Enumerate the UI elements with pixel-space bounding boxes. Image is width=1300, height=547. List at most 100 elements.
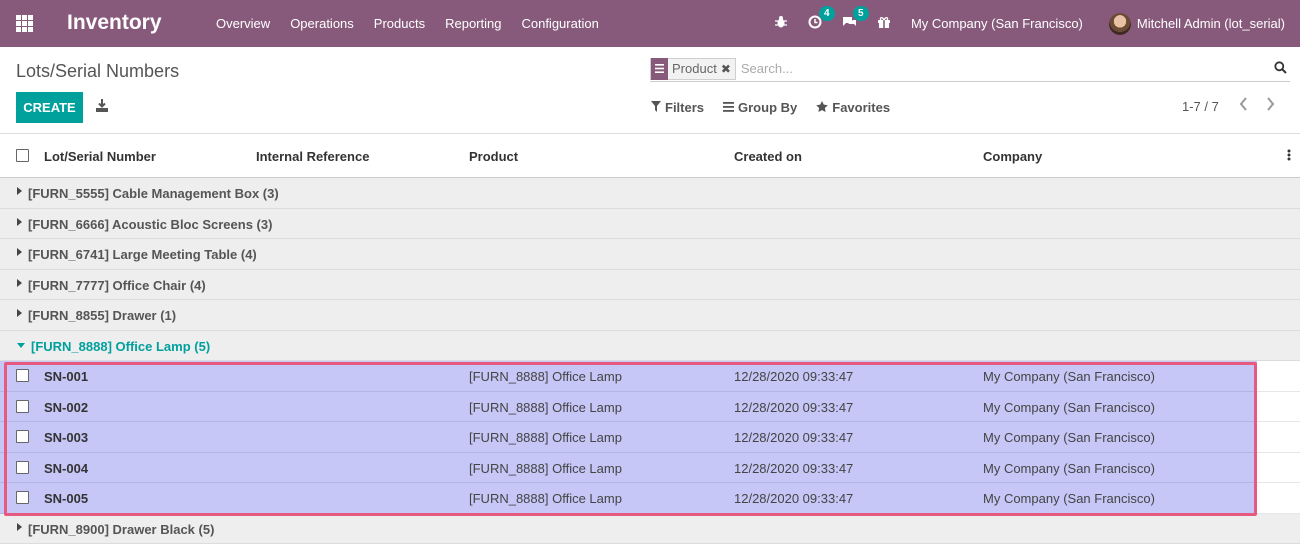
remove-facet-icon[interactable]: ✖ <box>721 62 735 76</box>
download-icon[interactable] <box>96 99 108 113</box>
group-label: [FURN_6666] Acoustic Bloc Screens (3) <box>28 216 273 232</box>
cell-product: [FURN_8888] Office Lamp <box>469 460 622 476</box>
row-checkbox[interactable] <box>16 369 29 382</box>
caret-right-icon <box>17 217 22 226</box>
row-checkbox[interactable] <box>16 460 29 474</box>
cell-lot: SN-004 <box>44 460 89 476</box>
star-icon <box>816 100 829 115</box>
cell-company: My Company (San Francisco) <box>983 460 1155 476</box>
messages-comments-icon[interactable]: 5 <box>842 6 869 32</box>
favorites-label: Favorites <box>832 100 891 115</box>
filter-icon <box>651 100 661 115</box>
apps-menu-icon[interactable] <box>16 15 33 32</box>
filters-label: Filters <box>665 100 705 115</box>
row-checkbox[interactable] <box>16 399 29 413</box>
cell-lot: SN-005 <box>44 491 89 506</box>
pager-value[interactable]: 1-7 / 7 <box>1182 99 1219 114</box>
row-checkbox[interactable] <box>16 430 29 443</box>
menu-operations[interactable]: Operations <box>280 16 364 31</box>
cell-product: [FURN_8888] Office Lamp <box>469 399 622 415</box>
cell-lot: SN-003 <box>44 430 89 445</box>
debug-bug-icon[interactable] <box>774 15 788 32</box>
bars-icon <box>723 101 735 115</box>
group-row[interactable]: [FURN_8855] Drawer (1) <box>0 300 1300 331</box>
cell-created-on: 12/28/2020 09:33:47 <box>734 399 854 415</box>
table-row[interactable]: SN-003 [FURN_8888] Office Lamp 12/28/202… <box>0 422 1300 453</box>
search-bar: Product ✖ <box>650 56 1290 82</box>
group-row-open[interactable]: [FURN_8888] Office Lamp (5) <box>0 330 1300 361</box>
column-lot-serial-number[interactable]: Lot/Serial Number <box>44 149 156 164</box>
cell-created-on: 12/28/2020 09:33:47 <box>734 460 854 476</box>
menu-products[interactable]: Products <box>364 16 435 31</box>
cell-company: My Company (San Francisco) <box>983 491 1155 506</box>
activity-count-badge: 4 <box>818 6 835 21</box>
create-button[interactable]: CREATE <box>16 92 83 123</box>
group-label: [FURN_8900] Drawer Black (5) <box>28 521 215 537</box>
search-icon[interactable] <box>1270 60 1290 77</box>
table-row[interactable]: SN-004 [FURN_8888] Office Lamp 12/28/202… <box>0 452 1300 483</box>
table-row[interactable]: SN-005 [FURN_8888] Office Lamp 12/28/202… <box>0 483 1300 514</box>
table-row[interactable]: SN-001 [FURN_8888] Office Lamp 12/28/202… <box>0 361 1300 392</box>
activity-clock-icon[interactable]: 4 <box>808 6 835 32</box>
caret-down-icon <box>17 342 25 348</box>
group-row[interactable]: [FURN_6666] Acoustic Bloc Screens (3) <box>0 208 1300 239</box>
column-company[interactable]: Company <box>983 149 1042 164</box>
cell-product: [FURN_8888] Office Lamp <box>469 491 622 506</box>
caret-right-icon <box>17 248 22 256</box>
column-internal-reference[interactable]: Internal Reference <box>256 149 369 164</box>
menu-reporting[interactable]: Reporting <box>435 16 511 31</box>
search-input[interactable] <box>740 61 1270 76</box>
user-name: Mitchell Admin (lot_serial) <box>1136 16 1285 31</box>
row-overflow-area <box>1257 361 1300 514</box>
main-menu: Overview Operations Products Reporting C… <box>206 0 609 47</box>
company-switcher[interactable]: My Company (San Francisco) <box>911 16 1083 31</box>
group-by-list-icon <box>651 57 668 80</box>
table-row[interactable]: SN-002 [FURN_8888] Office Lamp 12/28/202… <box>0 391 1300 422</box>
menu-overview[interactable]: Overview <box>206 16 280 31</box>
cell-company: My Company (San Francisco) <box>983 369 1155 384</box>
messages-count-badge: 5 <box>852 6 869 21</box>
avatar <box>1108 12 1131 35</box>
cell-created-on: 12/28/2020 09:33:47 <box>734 491 854 506</box>
pager-previous-icon[interactable] <box>1236 97 1250 115</box>
cell-product: [FURN_8888] Office Lamp <box>469 369 622 384</box>
user-menu[interactable]: Mitchell Admin (lot_serial) <box>1108 12 1285 35</box>
filters-button[interactable]: Filters <box>651 100 704 115</box>
list-view: Lot/Serial Number Internal Reference Pro… <box>0 133 1300 544</box>
column-created-on[interactable]: Created on <box>734 149 802 164</box>
group-label: [FURN_8888] Office Lamp (5) <box>31 338 211 354</box>
group-row[interactable]: [FURN_7777] Office Chair (4) <box>0 269 1300 300</box>
group-row[interactable]: [FURN_6741] Large Meeting Table (4) <box>0 239 1300 270</box>
systray: 4 5 My Company (San Francisco) Mitchell … <box>774 0 1300 47</box>
cell-lot: SN-002 <box>44 399 89 415</box>
list-header: Lot/Serial Number Internal Reference Pro… <box>0 134 1300 178</box>
cell-created-on: 12/28/2020 09:33:47 <box>734 430 854 445</box>
caret-right-icon <box>17 522 22 531</box>
search-options: Filters Group By Favorites <box>651 100 909 115</box>
breadcrumb: Lots/Serial Numbers <box>16 61 180 81</box>
search-facet-product: Product ✖ <box>650 57 736 80</box>
cell-lot: SN-001 <box>44 369 89 384</box>
caret-right-icon <box>17 187 22 195</box>
group-label: [FURN_5555] Cable Management Box (3) <box>28 186 279 201</box>
row-checkbox[interactable] <box>16 491 29 504</box>
pager-next-icon[interactable] <box>1263 97 1277 115</box>
group-label: [FURN_6741] Large Meeting Table (4) <box>28 247 257 262</box>
group-label: [FURN_7777] Office Chair (4) <box>28 277 206 293</box>
column-product[interactable]: Product <box>469 149 518 164</box>
menu-configuration[interactable]: Configuration <box>511 16 608 31</box>
group-label: [FURN_8855] Drawer (1) <box>28 308 177 323</box>
group-row[interactable]: [FURN_5555] Cable Management Box (3) <box>0 178 1300 209</box>
facet-label: Product <box>672 61 717 76</box>
group-by-button[interactable]: Group By <box>723 100 797 115</box>
select-all-checkbox[interactable] <box>16 149 29 162</box>
cell-product: [FURN_8888] Office Lamp <box>469 430 622 445</box>
caret-right-icon <box>17 278 22 287</box>
group-row[interactable]: [FURN_8900] Drawer Black (5) <box>0 513 1300 544</box>
gift-icon[interactable] <box>877 15 891 32</box>
app-title[interactable]: Inventory <box>67 11 162 35</box>
caret-right-icon <box>17 309 22 317</box>
cell-company: My Company (San Francisco) <box>983 430 1155 445</box>
optional-columns-icon[interactable] <box>1287 149 1291 164</box>
favorites-button[interactable]: Favorites <box>816 100 890 115</box>
